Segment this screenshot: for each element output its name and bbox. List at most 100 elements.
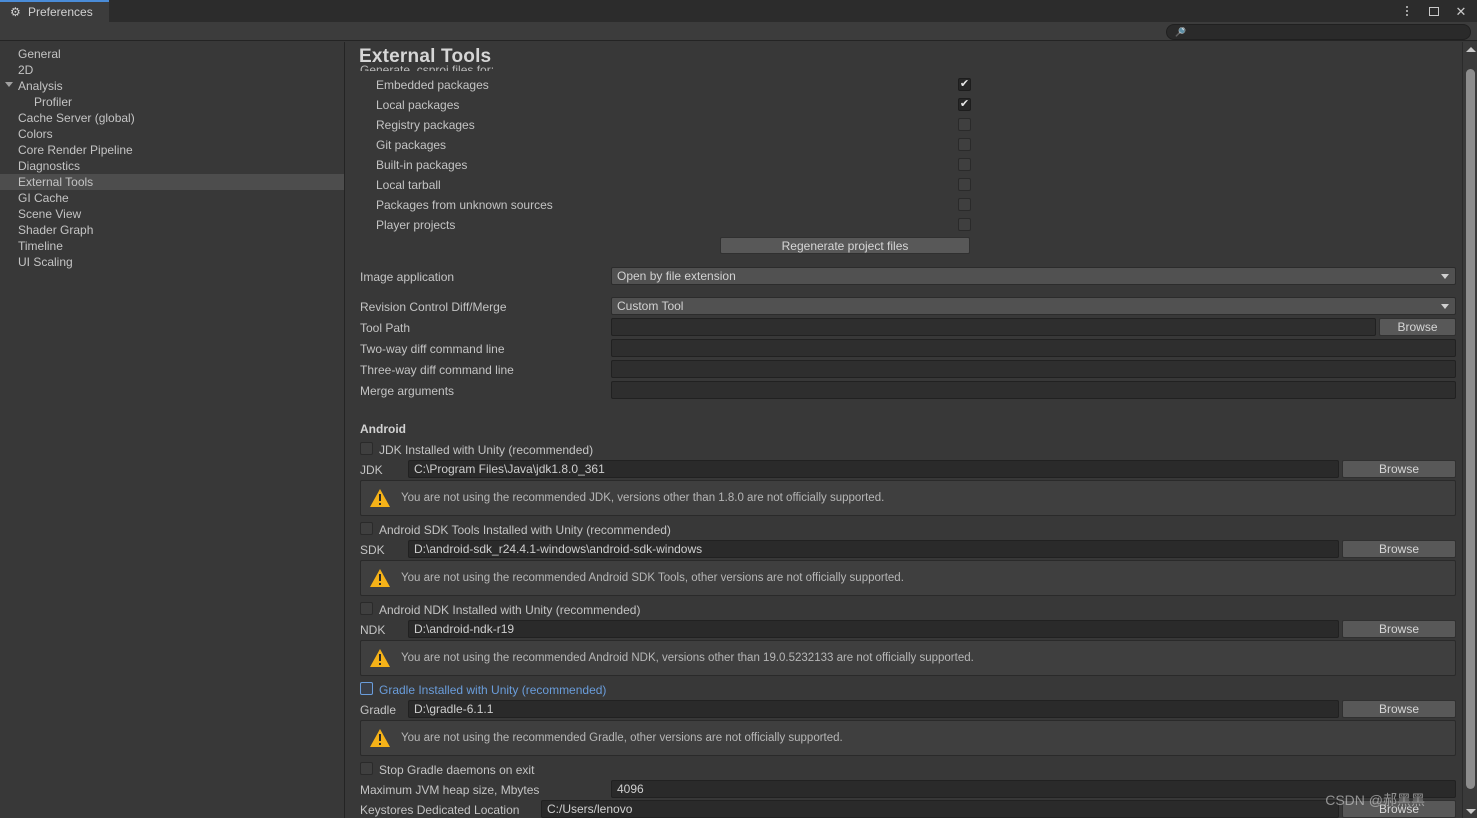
two-way-diff-label: Two-way diff command line <box>360 342 505 356</box>
ndk-browse-button[interactable]: Browse <box>1342 620 1456 638</box>
ndk-checkbox-row: Android NDK Installed with Unity (recomm… <box>346 600 1457 620</box>
csproj-checkbox-packages-from-unknown-sources[interactable] <box>958 198 971 211</box>
revision-control-dropdown[interactable]: Custom Tool <box>611 297 1456 315</box>
csproj-section-label: Generate .csproj files for: <box>360 63 495 71</box>
main-scrollbar[interactable] <box>1462 42 1477 818</box>
scroll-up-arrow[interactable] <box>1463 42 1477 56</box>
csproj-option-row: Local packages ✔ <box>346 95 1457 115</box>
scroll-down-arrow[interactable] <box>1463 804 1477 818</box>
keystores-input[interactable]: C:/Users/lenovo <box>541 800 1339 818</box>
sidebar-item-label: Core Render Pipeline <box>18 143 133 157</box>
search-box[interactable]: 🔍 <box>1166 24 1471 40</box>
sdk-browse-button[interactable]: Browse <box>1342 540 1456 558</box>
chevron-down-icon[interactable] <box>5 82 13 87</box>
chevron-down-icon <box>1441 304 1449 309</box>
gradle-warning-text: You are not using the recommended Gradle… <box>401 732 843 744</box>
gear-icon: ⚙ <box>10 5 21 19</box>
three-way-diff-input[interactable] <box>611 360 1456 378</box>
stop-gradle-daemons-checkbox[interactable] <box>360 762 373 775</box>
jdk-warning-text: You are not using the recommended JDK, v… <box>401 492 885 504</box>
stop-gradle-daemons-row: Stop Gradle daemons on exit <box>346 760 1457 780</box>
jdk-warning: You are not using the recommended JDK, v… <box>360 480 1456 516</box>
window-controls: ✕ <box>1400 0 1477 22</box>
tool-path-browse-button[interactable]: Browse <box>1379 318 1456 336</box>
sdk-installed-checkbox[interactable] <box>360 522 373 535</box>
sidebar-item-profiler[interactable]: Profiler <box>0 94 344 110</box>
csproj-option-row: Packages from unknown sources <box>346 195 1457 215</box>
csproj-option-row: Embedded packages ✔ <box>346 75 1457 95</box>
csproj-option-label: Packages from unknown sources <box>376 198 553 212</box>
ndk-path-input[interactable]: D:\android-ndk-r19 <box>408 620 1339 638</box>
sidebar-item-label: Profiler <box>34 95 73 109</box>
sidebar-item-shader-graph[interactable]: Shader Graph <box>0 222 344 238</box>
jvm-heap-input[interactable]: 4096 <box>611 780 1456 798</box>
sidebar-item-core-render-pipeline[interactable]: Core Render Pipeline <box>0 142 344 158</box>
keystores-browse-button[interactable]: Browse <box>1342 800 1456 818</box>
gradle-installed-checkbox[interactable] <box>360 682 373 695</box>
gradle-installed-label: Gradle Installed with Unity (recommended… <box>379 683 607 697</box>
sidebar-item-general[interactable]: General <box>0 46 344 62</box>
scrollbar-thumb[interactable] <box>1466 69 1475 789</box>
revision-control-label: Revision Control Diff/Merge <box>360 300 507 314</box>
sidebar-item-gi-cache[interactable]: GI Cache <box>0 190 344 206</box>
sdk-installed-label: Android SDK Tools Installed with Unity (… <box>379 523 671 537</box>
two-way-diff-row: Two-way diff command line <box>346 339 1457 359</box>
ndk-field-label: NDK <box>360 623 386 637</box>
jdk-browse-button[interactable]: Browse <box>1342 460 1456 478</box>
sidebar-item-external-tools[interactable]: External Tools <box>0 174 344 190</box>
jdk-path-input[interactable]: C:\Program Files\Java\jdk1.8.0_361 <box>408 460 1339 478</box>
close-icon[interactable]: ✕ <box>1454 4 1468 18</box>
sidebar: General 2D Analysis Profiler Cache Server (g… <box>0 42 345 818</box>
two-way-diff-input[interactable] <box>611 339 1456 357</box>
csproj-option-row: Player projects <box>346 215 1457 235</box>
sidebar-item-timeline[interactable]: Timeline <box>0 238 344 254</box>
sdk-path-input[interactable]: D:\android-sdk_r24.4.1-windows\android-s… <box>408 540 1339 558</box>
sidebar-item-label: Scene View <box>18 207 82 221</box>
search-bar-row: 🔍 <box>0 22 1477 41</box>
merge-arguments-input[interactable] <box>611 381 1456 399</box>
gradle-path-input[interactable]: D:\gradle-6.1.1 <box>408 700 1339 718</box>
kebab-menu-icon[interactable] <box>1400 4 1414 18</box>
csproj-checkbox-embedded-packages[interactable]: ✔ <box>958 78 971 91</box>
tool-path-input[interactable] <box>611 318 1376 336</box>
sidebar-item-ui-scaling[interactable]: UI Scaling <box>0 254 344 270</box>
csproj-option-label: Player projects <box>376 218 456 232</box>
csproj-checkbox-registry-packages[interactable] <box>958 118 971 131</box>
image-application-label: Image application <box>360 270 455 284</box>
search-input[interactable] <box>1190 26 1441 38</box>
jdk-installed-checkbox[interactable] <box>360 442 373 455</box>
gradle-path-row: Gradle D:\gradle-6.1.1 Browse <box>346 700 1457 720</box>
csproj-option-row: Local tarball <box>346 175 1457 195</box>
csproj-checkbox-git-packages[interactable] <box>958 138 971 151</box>
csproj-option-label: Git packages <box>376 138 447 152</box>
csproj-option-label: Local packages <box>376 98 460 112</box>
tool-path-label: Tool Path <box>360 321 411 335</box>
sidebar-item-colors[interactable]: Colors <box>0 126 344 142</box>
sidebar-item-label: Colors <box>18 127 53 141</box>
sidebar-item-analysis[interactable]: Analysis <box>0 78 344 94</box>
regenerate-project-files-button[interactable]: Regenerate project files <box>720 237 970 254</box>
warning-icon <box>369 728 391 748</box>
csproj-checkbox-local-tarball[interactable] <box>958 178 971 191</box>
sidebar-item-label: Cache Server (global) <box>18 111 135 125</box>
stop-gradle-daemons-label: Stop Gradle daemons on exit <box>379 763 535 777</box>
image-application-row: Image application Open by file extension <box>346 267 1457 287</box>
sidebar-item-diagnostics[interactable]: Diagnostics <box>0 158 344 174</box>
sidebar-item-2d[interactable]: 2D <box>0 62 344 78</box>
gradle-browse-button[interactable]: Browse <box>1342 700 1456 718</box>
sidebar-item-label: Timeline <box>18 239 63 253</box>
revision-control-row: Revision Control Diff/Merge Custom Tool <box>346 297 1457 317</box>
maximize-icon[interactable] <box>1427 4 1441 18</box>
image-application-dropdown[interactable]: Open by file extension <box>611 267 1456 285</box>
sidebar-item-scene-view[interactable]: Scene View <box>0 206 344 222</box>
sdk-field-label: SDK <box>360 543 385 557</box>
gradle-warning: You are not using the recommended Gradle… <box>360 720 1456 756</box>
csproj-checkbox-player-projects[interactable] <box>958 218 971 231</box>
sidebar-item-cache-server-global[interactable]: Cache Server (global) <box>0 110 344 126</box>
ndk-warning-text: You are not using the recommended Androi… <box>401 652 974 664</box>
ndk-installed-checkbox[interactable] <box>360 602 373 615</box>
csproj-checkbox-local-packages[interactable]: ✔ <box>958 98 971 111</box>
tab-preferences[interactable]: ⚙ Preferences <box>0 0 109 22</box>
csproj-checkbox-built-in-packages[interactable] <box>958 158 971 171</box>
csproj-option-label: Built-in packages <box>376 158 468 172</box>
